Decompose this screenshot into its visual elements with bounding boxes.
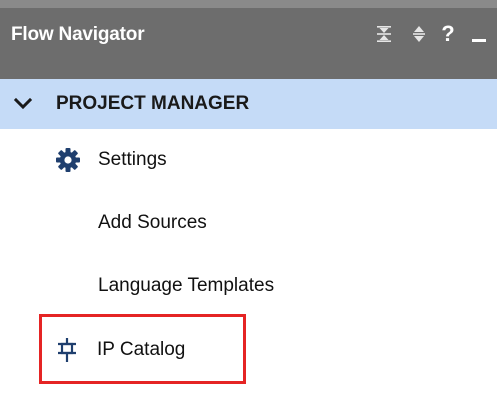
chevron-down-icon[interactable] — [11, 92, 35, 116]
settings-item[interactable]: Settings — [55, 143, 167, 177]
gear-icon — [56, 148, 80, 172]
add-sources-label: Add Sources — [98, 212, 207, 233]
expand-all-icon[interactable] — [408, 20, 430, 48]
flow-navigator-panel: Flow Navigator ? PROJECT MANAGER Setting… — [0, 0, 497, 416]
header-top-shade — [0, 0, 497, 8]
language-templates-item[interactable]: Language Templates — [98, 269, 274, 303]
panel-title: Flow Navigator — [11, 24, 145, 45]
section-label: PROJECT MANAGER — [56, 93, 250, 114]
settings-label: Settings — [98, 149, 167, 170]
minimize-icon[interactable] — [468, 20, 490, 48]
highlight-box — [39, 314, 246, 384]
help-icon[interactable]: ? — [437, 20, 459, 48]
collapse-all-icon[interactable] — [373, 20, 395, 48]
add-sources-item[interactable]: Add Sources — [98, 206, 207, 240]
flow-navigator-header: Flow Navigator ? — [0, 0, 497, 79]
project-manager-section[interactable]: PROJECT MANAGER — [0, 79, 497, 129]
language-templates-label: Language Templates — [98, 275, 275, 296]
